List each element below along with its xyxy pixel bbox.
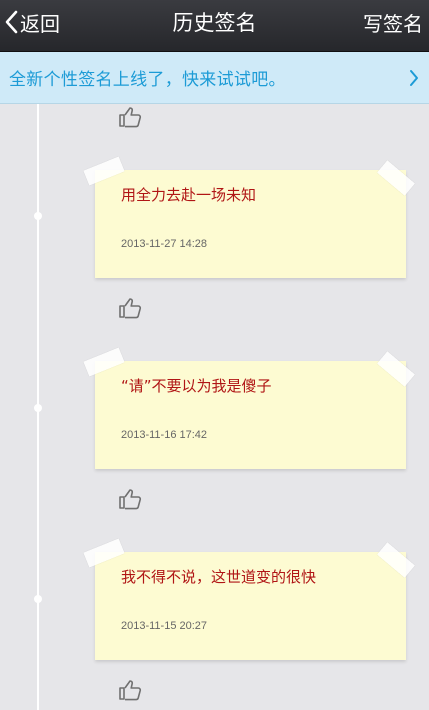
banner-text: 全新个性签名上线了，快来试试吧。 <box>9 70 286 90</box>
like-button[interactable] <box>118 488 142 510</box>
like-button[interactable] <box>118 106 142 128</box>
thumbs-up-icon <box>118 106 142 128</box>
signature-card[interactable]: 我不得不说，这世道变的很快 2013-11-15 20:27 <box>95 552 406 660</box>
signature-card[interactable]: “请”不要以为我是傻子 2013-11-16 17:42 <box>95 361 406 469</box>
top-nav-bar: 返回 历史签名 写签名 <box>0 0 429 52</box>
signature-text: “请”不要以为我是傻子 <box>121 377 272 395</box>
signature-date: 2013-11-16 17:42 <box>121 429 208 441</box>
like-button[interactable] <box>118 297 142 319</box>
back-label: 返回 <box>20 11 60 36</box>
thumbs-up-icon <box>118 488 142 510</box>
like-button[interactable] <box>118 679 142 701</box>
thumbs-up-icon <box>118 297 142 319</box>
timeline-dot <box>34 404 42 412</box>
thumbs-up-icon <box>118 679 142 701</box>
timeline-dot <box>34 212 42 220</box>
signature-text: 我不得不说，这世道变的很快 <box>121 568 317 586</box>
write-signature-button[interactable]: 写签名 <box>363 0 423 44</box>
promo-banner[interactable]: 全新个性签名上线了，快来试试吧。 <box>0 52 429 104</box>
signature-date: 2013-11-27 14:28 <box>121 238 208 250</box>
signature-date: 2013-11-15 20:27 <box>121 620 208 632</box>
back-button[interactable]: 返回 <box>4 0 60 44</box>
timeline-dot <box>34 595 42 603</box>
chevron-right-icon <box>409 69 419 91</box>
chevron-left-icon <box>4 10 18 34</box>
signature-timeline: 用全力去赴一场未知 2013-11-27 14:28 “请”不要以为我是傻子 2… <box>0 104 429 710</box>
signature-card[interactable]: 用全力去赴一场未知 2013-11-27 14:28 <box>95 170 406 278</box>
signature-text: 用全力去赴一场未知 <box>121 186 257 204</box>
